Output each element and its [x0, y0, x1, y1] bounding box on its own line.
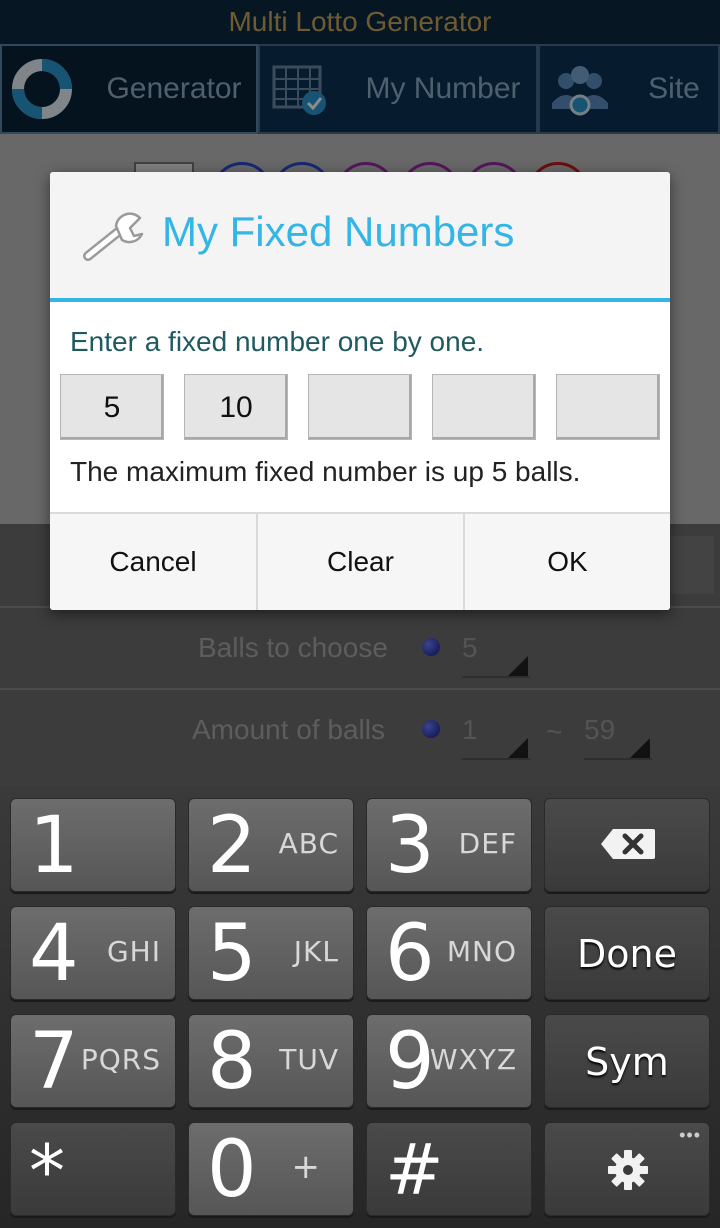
- backspace-key[interactable]: [544, 798, 710, 892]
- key-letters: PQRS: [80, 1043, 161, 1076]
- key-8[interactable]: 8 TUV: [188, 1014, 354, 1108]
- more-dots: •••: [679, 1125, 701, 1145]
- key-hash[interactable]: #: [366, 1122, 532, 1216]
- done-key[interactable]: Done: [544, 906, 710, 1000]
- fixed-number-input-3[interactable]: [308, 374, 412, 440]
- key-letters: MNO: [446, 935, 517, 968]
- key-digit: *: [29, 1129, 65, 1213]
- key-digit: 7: [29, 1017, 79, 1107]
- dialog-header: My Fixed Numbers: [50, 172, 670, 302]
- key-digit: 8: [207, 1017, 257, 1107]
- key-digit: #: [385, 1129, 444, 1211]
- key-2[interactable]: 2 ABC: [188, 798, 354, 892]
- fixed-number-input-4[interactable]: [432, 374, 536, 440]
- key-7[interactable]: 7 PQRS: [10, 1014, 176, 1108]
- key-digit: 1: [29, 801, 79, 891]
- cancel-button[interactable]: Cancel: [50, 514, 256, 610]
- fixed-number-input-5[interactable]: [556, 374, 660, 440]
- fixed-number-input-2[interactable]: 10: [184, 374, 288, 440]
- dialog-note: The maximum fixed number is up 5 balls.: [70, 456, 581, 487]
- key-digit: 2: [207, 801, 257, 891]
- settings-key[interactable]: •••: [544, 1122, 710, 1216]
- key-5[interactable]: 5 JKL: [188, 906, 354, 1000]
- key-digit: 9: [385, 1017, 435, 1107]
- key-6[interactable]: 6 MNO: [366, 906, 532, 1000]
- key-4[interactable]: 4 GHI: [10, 906, 176, 1000]
- key-digit: 4: [29, 909, 79, 999]
- wrench-icon: [83, 212, 144, 261]
- key-digit: 3: [385, 801, 435, 891]
- dialog-title: My Fixed Numbers: [162, 208, 515, 255]
- fixed-number-input-1[interactable]: 5: [60, 374, 164, 440]
- fixed-numbers-dialog: My Fixed Numbers Enter a fixed number on…: [50, 172, 670, 610]
- key-asterisk[interactable]: *: [10, 1122, 176, 1216]
- key-1[interactable]: 1: [10, 798, 176, 892]
- key-digit: 5: [207, 909, 257, 999]
- key-digit: 0: [207, 1125, 257, 1215]
- backspace-icon: [601, 829, 655, 859]
- key-letters: GHI: [106, 935, 161, 968]
- numeric-keyboard: 1 2 ABC 3 DEF 4 GHI 5 JKL 6 MNO Done 7 P…: [0, 786, 720, 1228]
- key-digit: 6: [385, 909, 435, 999]
- done-key-label: Done: [577, 932, 677, 976]
- key-3[interactable]: 3 DEF: [366, 798, 532, 892]
- ok-button[interactable]: OK: [463, 514, 670, 610]
- key-letters: ABC: [278, 827, 339, 860]
- clear-button[interactable]: Clear: [256, 514, 463, 610]
- key-letters: WXYZ: [429, 1043, 517, 1076]
- key-0[interactable]: 0 +: [188, 1122, 354, 1216]
- dialog-button-bar: Cancel Clear OK: [50, 512, 670, 610]
- key-letters: JKL: [293, 935, 339, 968]
- sym-key[interactable]: Sym: [544, 1014, 710, 1108]
- key-letters: DEF: [458, 827, 517, 860]
- sym-key-label: Sym: [585, 1040, 669, 1084]
- gear-icon: [608, 1150, 648, 1190]
- key-letters: +: [291, 1147, 321, 1187]
- key-9[interactable]: 9 WXYZ: [366, 1014, 532, 1108]
- key-letters: TUV: [279, 1043, 339, 1076]
- dialog-message: Enter a fixed number one by one.: [70, 326, 485, 357]
